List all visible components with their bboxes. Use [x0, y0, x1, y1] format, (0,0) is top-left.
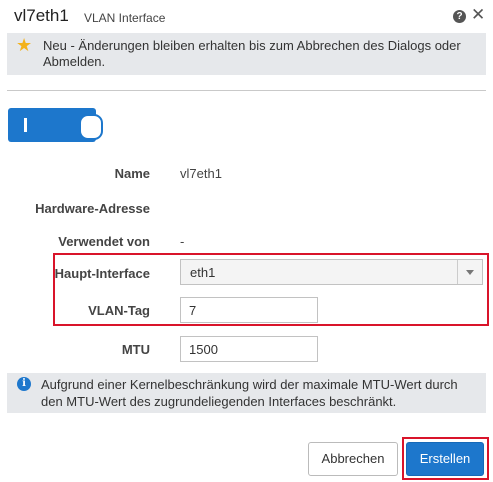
notice-banner: ★ Neu - Änderungen bleiben erhalten bis …: [7, 33, 486, 75]
toggle-knob[interactable]: [79, 114, 103, 140]
used-by-value: -: [180, 234, 185, 249]
info-text: Aufgrund einer Kernelbeschränkung wird d…: [41, 377, 458, 409]
cancel-button[interactable]: Abbrechen: [308, 442, 398, 476]
dialog-subtitle: VLAN Interface: [84, 11, 166, 25]
info-icon: i: [17, 377, 31, 391]
mtu-input[interactable]: [180, 336, 318, 362]
notice-text: Neu - Änderungen bleiben erhalten bis zu…: [43, 38, 461, 69]
mtu-label: MTU: [121, 342, 150, 357]
dialog-titlebar: vl7eth1 VLAN Interface ? ✕: [0, 0, 493, 34]
name-label: Name: [114, 166, 150, 181]
parent-interface-value: eth1: [190, 265, 216, 280]
chevron-down-icon[interactable]: [457, 260, 482, 284]
dialog-title: vl7eth1: [14, 6, 69, 25]
name-value: vl7eth1: [180, 166, 222, 181]
help-icon[interactable]: ?: [453, 10, 466, 23]
vlan-tag-label: VLAN-Tag: [88, 303, 150, 318]
toggle-on-indicator: [24, 118, 27, 132]
used-by-label: Verwendet von: [58, 234, 150, 249]
parent-interface-label: Haupt-Interface: [54, 266, 150, 281]
star-icon: ★: [16, 35, 33, 55]
create-button[interactable]: Erstellen: [406, 442, 484, 476]
hardware-address-label: Hardware-Adresse: [35, 201, 150, 216]
divider: [7, 90, 486, 91]
enable-toggle[interactable]: [8, 108, 103, 142]
close-icon[interactable]: ✕: [471, 6, 485, 23]
info-banner: i Aufgrund einer Kernelbeschränkung wird…: [7, 373, 486, 413]
parent-interface-select[interactable]: eth1: [180, 259, 483, 285]
vlan-tag-input[interactable]: [180, 297, 318, 323]
